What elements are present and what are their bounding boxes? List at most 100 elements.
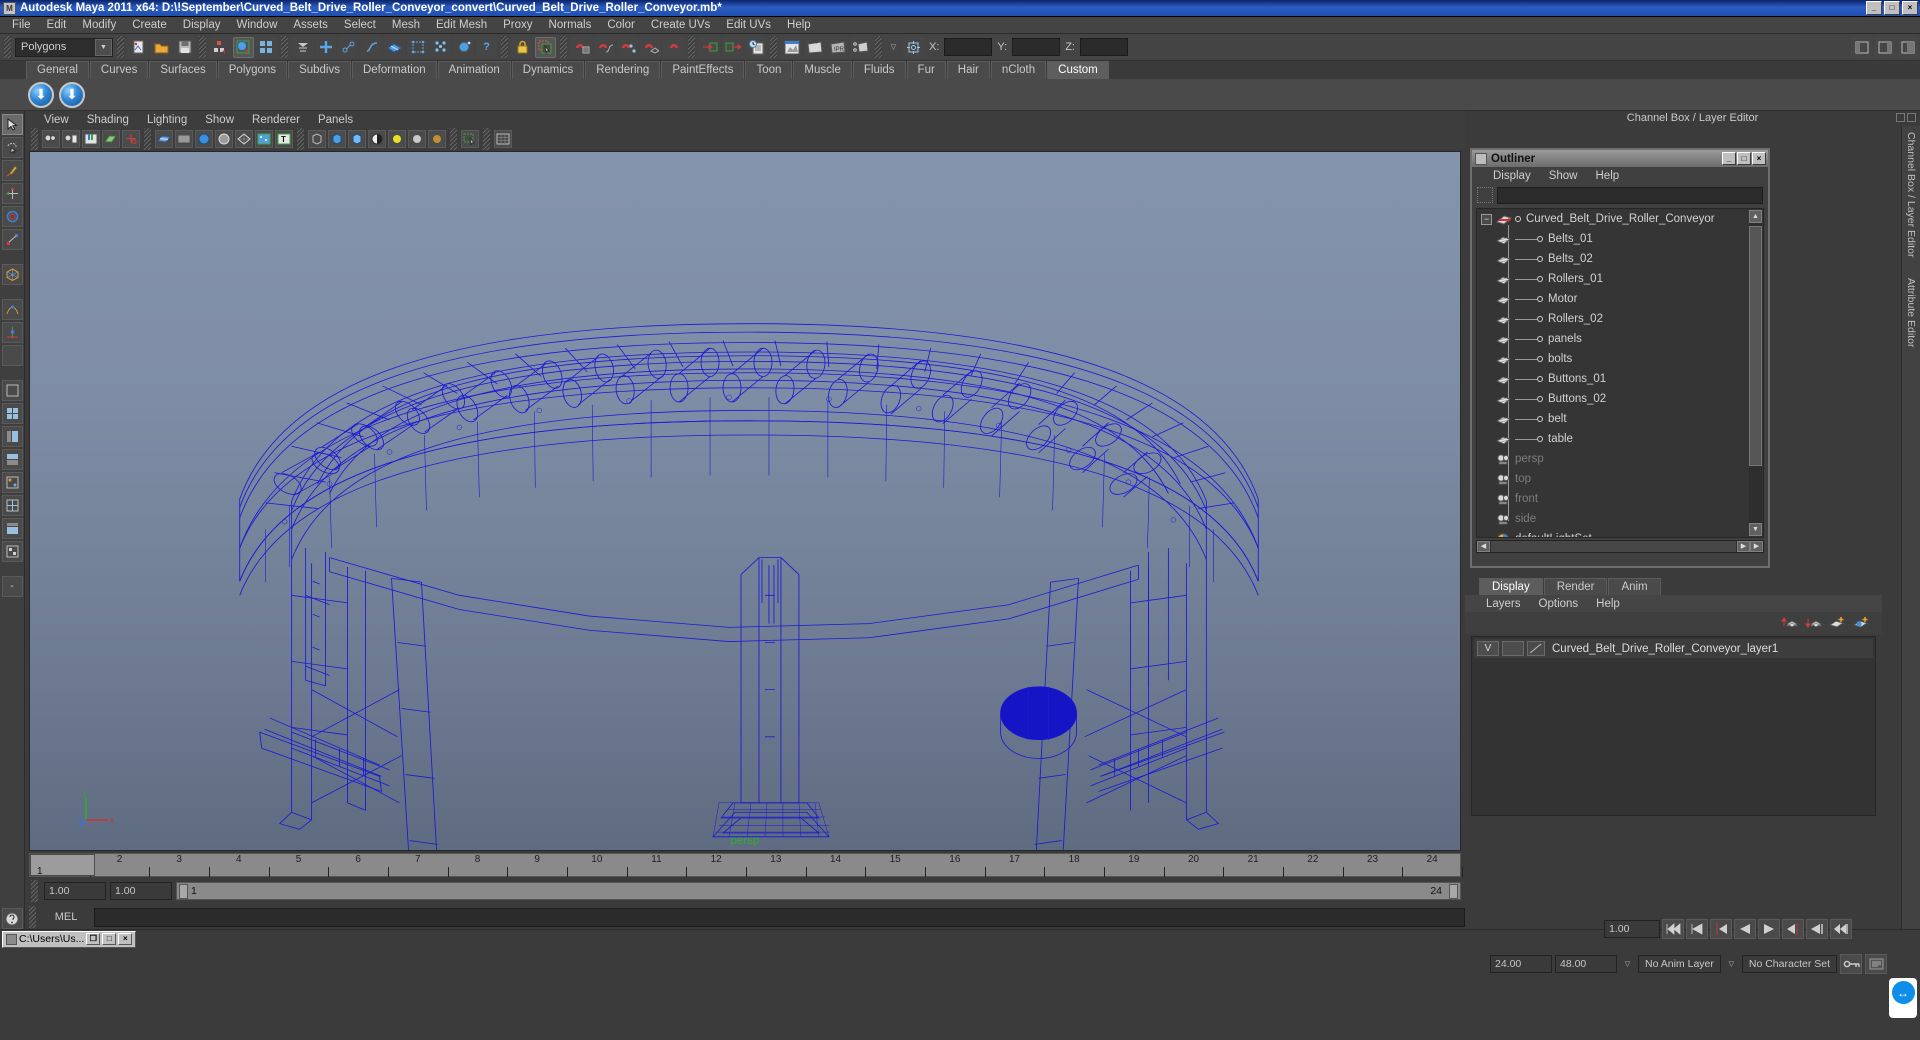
- outliner-row-rollers-01[interactable]: Rollers_01: [1477, 269, 1763, 289]
- animation-preferences-icon[interactable]: [1865, 954, 1887, 974]
- menu-edit-uvs[interactable]: Edit UVs: [718, 17, 779, 34]
- outliner-row-persp[interactable]: persp: [1477, 449, 1763, 469]
- polygon-mask-icon[interactable]: [407, 36, 428, 58]
- chevron-down-icon[interactable]: ▼: [95, 38, 112, 56]
- scroll-down-icon[interactable]: ▼: [1749, 523, 1762, 536]
- wireframe-on-shaded-icon[interactable]: [215, 129, 233, 148]
- viewport-menu-view[interactable]: View: [35, 114, 78, 126]
- outliner-vertical-scrollbar[interactable]: ▲ ▼: [1749, 210, 1762, 536]
- shelf-download-icon-2[interactable]: ⬇: [59, 81, 85, 108]
- outliner-maximize-button[interactable]: □: [1737, 152, 1751, 165]
- isolate-select-icon[interactable]: [461, 129, 479, 148]
- search-filter-icon[interactable]: [1477, 187, 1493, 203]
- save-scene-icon[interactable]: [174, 36, 195, 58]
- selection-mode-dropdown[interactable]: Polygons ▼: [15, 37, 113, 57]
- mel-command-input[interactable]: [94, 907, 1465, 927]
- z-coordinate-input[interactable]: [1079, 38, 1128, 56]
- rotate-tool-icon[interactable]: [1, 206, 23, 227]
- irpr-render-icon[interactable]: [804, 36, 825, 58]
- viewport-toolbar-gripper-3[interactable]: [297, 127, 304, 150]
- close-button[interactable]: ×: [1902, 1, 1918, 15]
- output-connections-icon[interactable]: [722, 36, 743, 58]
- shelf-tab-deformation[interactable]: Deformation: [351, 61, 437, 79]
- grid-toggle-icon[interactable]: [494, 129, 512, 148]
- create-layer-from-selected-icon[interactable]: [1852, 616, 1870, 631]
- layer-list[interactable]: V Curved_Belt_Drive_Roller_Conveyor_laye…: [1471, 636, 1876, 816]
- shelf-tab-surfaces[interactable]: Surfaces: [149, 61, 217, 79]
- quick-layout-persp-graph-icon[interactable]: [1, 449, 23, 470]
- nurbs-curve-mask-icon[interactable]: [361, 36, 382, 58]
- menu-assets[interactable]: Assets: [285, 17, 336, 34]
- close-panel-icon[interactable]: [1907, 113, 1916, 122]
- outliner-row-top[interactable]: top: [1477, 469, 1763, 489]
- shelf-tab-dynamics[interactable]: Dynamics: [511, 61, 585, 79]
- outliner-window[interactable]: Outliner _ □ × Display Show Help − Curve…: [1470, 148, 1770, 568]
- quick-layout-hypershade-icon[interactable]: [1, 472, 23, 493]
- render-sequence-icon[interactable]: IPR: [827, 36, 848, 58]
- menu-proxy[interactable]: Proxy: [495, 17, 540, 34]
- hscroll-track[interactable]: [1491, 541, 1736, 552]
- range-end-input[interactable]: 1.00: [110, 882, 172, 900]
- next-key-icon[interactable]: [1782, 919, 1804, 939]
- quick-layout-persp-uv-icon[interactable]: [1, 495, 23, 516]
- layer-color-swatch[interactable]: [1527, 641, 1545, 656]
- viewport-toolbar-gripper[interactable]: [31, 127, 38, 150]
- light-grey-icon[interactable]: [408, 129, 426, 148]
- quick-layout-relationship-icon[interactable]: [1, 541, 23, 562]
- current-frame-marker[interactable]: 1: [30, 854, 95, 877]
- range-bar[interactable]: 1 24: [176, 882, 1461, 900]
- go-to-end-icon[interactable]: [1830, 919, 1852, 939]
- show-hide-attribute-editor-icon[interactable]: [1874, 36, 1895, 58]
- menu-file[interactable]: File: [4, 17, 39, 34]
- nurbs-surface-mask-icon[interactable]: [384, 36, 405, 58]
- shelf-tab-fur[interactable]: Fur: [906, 61, 946, 79]
- layer-row[interactable]: V Curved_Belt_Drive_Roller_Conveyor_laye…: [1474, 639, 1873, 658]
- minimize-button[interactable]: _: [1866, 1, 1882, 15]
- last-tool-used-icon[interactable]: [1, 345, 23, 366]
- shelf-tab-fluids[interactable]: Fluids: [852, 61, 906, 79]
- layer-name[interactable]: Curved_Belt_Drive_Roller_Conveyor_layer1: [1552, 643, 1778, 655]
- input-connections-icon[interactable]: [699, 36, 720, 58]
- shadows-icon[interactable]: [368, 129, 386, 148]
- previous-key-icon[interactable]: [1710, 919, 1732, 939]
- undock-icon[interactable]: [1896, 113, 1905, 122]
- open-scene-icon[interactable]: [151, 36, 172, 58]
- window-controls[interactable]: _ □ ×: [1866, 1, 1918, 15]
- toolbox-collapse-icon[interactable]: -: [1, 576, 23, 597]
- toolbar-gripper-9[interactable]: [875, 36, 882, 58]
- field-mode-chevron-icon[interactable]: ▽: [886, 38, 901, 56]
- go-to-start-icon[interactable]: [1662, 919, 1684, 939]
- outliner-row-motor[interactable]: Motor: [1477, 289, 1763, 309]
- shelf-download-icon-1[interactable]: ⬇: [28, 81, 54, 108]
- range-gripper[interactable]: [31, 880, 38, 902]
- shade-objects-icon[interactable]: [195, 129, 213, 148]
- anim-end-input[interactable]: 48.00: [1555, 955, 1617, 973]
- wireframe-shading-icon[interactable]: [155, 129, 173, 148]
- snap-to-view-plane-icon[interactable]: [663, 36, 684, 58]
- menu-color[interactable]: Color: [599, 17, 642, 34]
- outliner-row-rollers-02[interactable]: Rollers_02: [1477, 309, 1763, 329]
- shelf-tab-subdivs[interactable]: Subdivs: [288, 61, 351, 79]
- toolbar-gripper-4[interactable]: [281, 36, 288, 58]
- select-by-hierarchy-icon[interactable]: [210, 36, 231, 58]
- menu-edit[interactable]: Edit: [39, 17, 75, 34]
- outliner-row-side[interactable]: side: [1477, 509, 1763, 529]
- layer-menu-options[interactable]: Options: [1530, 598, 1588, 610]
- command-line-gripper[interactable]: [29, 906, 36, 928]
- viewport-3d[interactable]: y x z persp: [29, 151, 1461, 851]
- viewport-menu-shading[interactable]: Shading: [78, 114, 138, 126]
- help-line-icon[interactable]: [1, 908, 23, 929]
- lasso-tool-icon[interactable]: [1, 137, 23, 158]
- scroll-right-icon[interactable]: ▶: [1737, 541, 1750, 552]
- component-mask-icon[interactable]: [292, 36, 313, 58]
- paint-select-tool-icon[interactable]: [1, 160, 23, 181]
- shelf-tab-animation[interactable]: Animation: [437, 61, 511, 79]
- render-settings-icon[interactable]: [850, 36, 871, 58]
- shelf-tab-toon[interactable]: Toon: [745, 61, 793, 79]
- quick-layout-outliner-persp-icon[interactable]: [1, 518, 23, 539]
- layer-visibility-toggle[interactable]: V: [1477, 641, 1499, 656]
- render-current-frame-icon[interactable]: [781, 36, 802, 58]
- outliner-row-bolts[interactable]: bolts: [1477, 349, 1763, 369]
- step-forward-icon[interactable]: [1806, 919, 1828, 939]
- teamviewer-overlay-icon[interactable]: ↔: [1889, 978, 1917, 1018]
